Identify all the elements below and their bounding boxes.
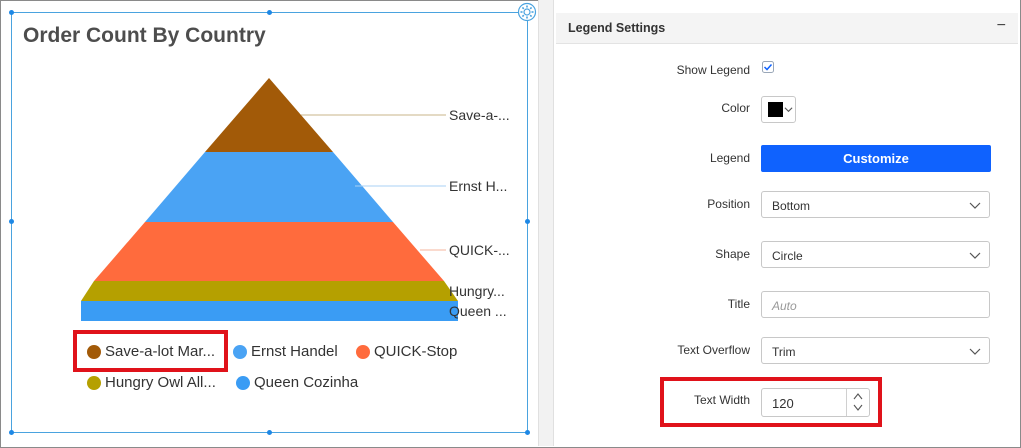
collapse-icon[interactable]: − [997,17,1006,35]
color-swatch [768,102,783,117]
pyramid-segment-save-a-lot[interactable] [237,78,301,115]
highlight-box-legend-item [73,330,228,372]
chevron-down-icon [784,107,793,113]
color-picker[interactable] [761,96,796,123]
legend-marker [236,375,250,390]
legend-item-ernst-handel[interactable]: Ernst Handel [233,343,338,360]
customize-button[interactable]: Customize [761,145,991,172]
check-icon[interactable] [762,61,774,73]
legend-marker [233,344,247,359]
shape-dropdown[interactable]: Circle [761,241,990,268]
shape-value: Circle [772,249,803,263]
pyramid-segment-save-a-lot-lower[interactable] [205,115,333,152]
highlight-box-text-width [660,377,882,427]
data-label-queen-cozinha: Queen ... [449,303,507,319]
text-overflow-value: Trim [772,345,796,359]
legend-item-queen-cozinha[interactable]: Queen Cozinha [236,374,358,391]
chevron-down-icon [969,252,981,259]
legend-label: Queen Cozinha [254,374,359,391]
legend-marker [87,375,101,390]
panel-divider[interactable] [538,0,554,446]
position-dropdown[interactable]: Bottom [761,191,990,218]
data-label-ernst-handel: Ernst H... [449,178,507,194]
data-label-quick-stop: QUICK-... [449,242,510,258]
show-legend-label: Show Legend [676,63,750,77]
data-label-save-a-lot: Save-a-... [449,107,510,123]
text-overflow-dropdown[interactable]: Trim [761,337,990,364]
panel-title: Legend Settings [568,21,666,35]
chevron-down-icon [969,202,981,209]
position-value: Bottom [772,199,811,213]
legend-marker [356,344,370,359]
chevron-down-icon [969,348,981,355]
data-label-hungry-owl: Hungry... [449,283,505,299]
legend-item-quick-stop[interactable]: QUICK-Stop [356,343,457,360]
pyramid-segment-quick-stop[interactable] [94,222,444,281]
legend-label: Hungry Owl All... [105,374,216,391]
legend-label-text: Legend [709,151,750,165]
pyramid-segment-ernst-handel[interactable] [145,152,393,222]
legend-item-hungry-owl[interactable]: Hungry Owl All... [87,374,216,391]
color-label: Color [721,101,750,115]
title-label: Title [727,297,750,311]
legend-label: Ernst Handel [251,343,338,360]
panel-header[interactable]: Legend Settings − [556,13,1018,44]
legend-label: QUICK-Stop [374,343,458,360]
text-overflow-label: Text Overflow [677,343,750,357]
shape-label: Shape [715,247,750,261]
position-label: Position [707,197,750,211]
title-input[interactable]: Auto [761,291,990,318]
pyramid-segment-hungry-owl[interactable] [81,281,458,301]
pyramid-segment-queen-cozinha[interactable] [81,301,458,321]
